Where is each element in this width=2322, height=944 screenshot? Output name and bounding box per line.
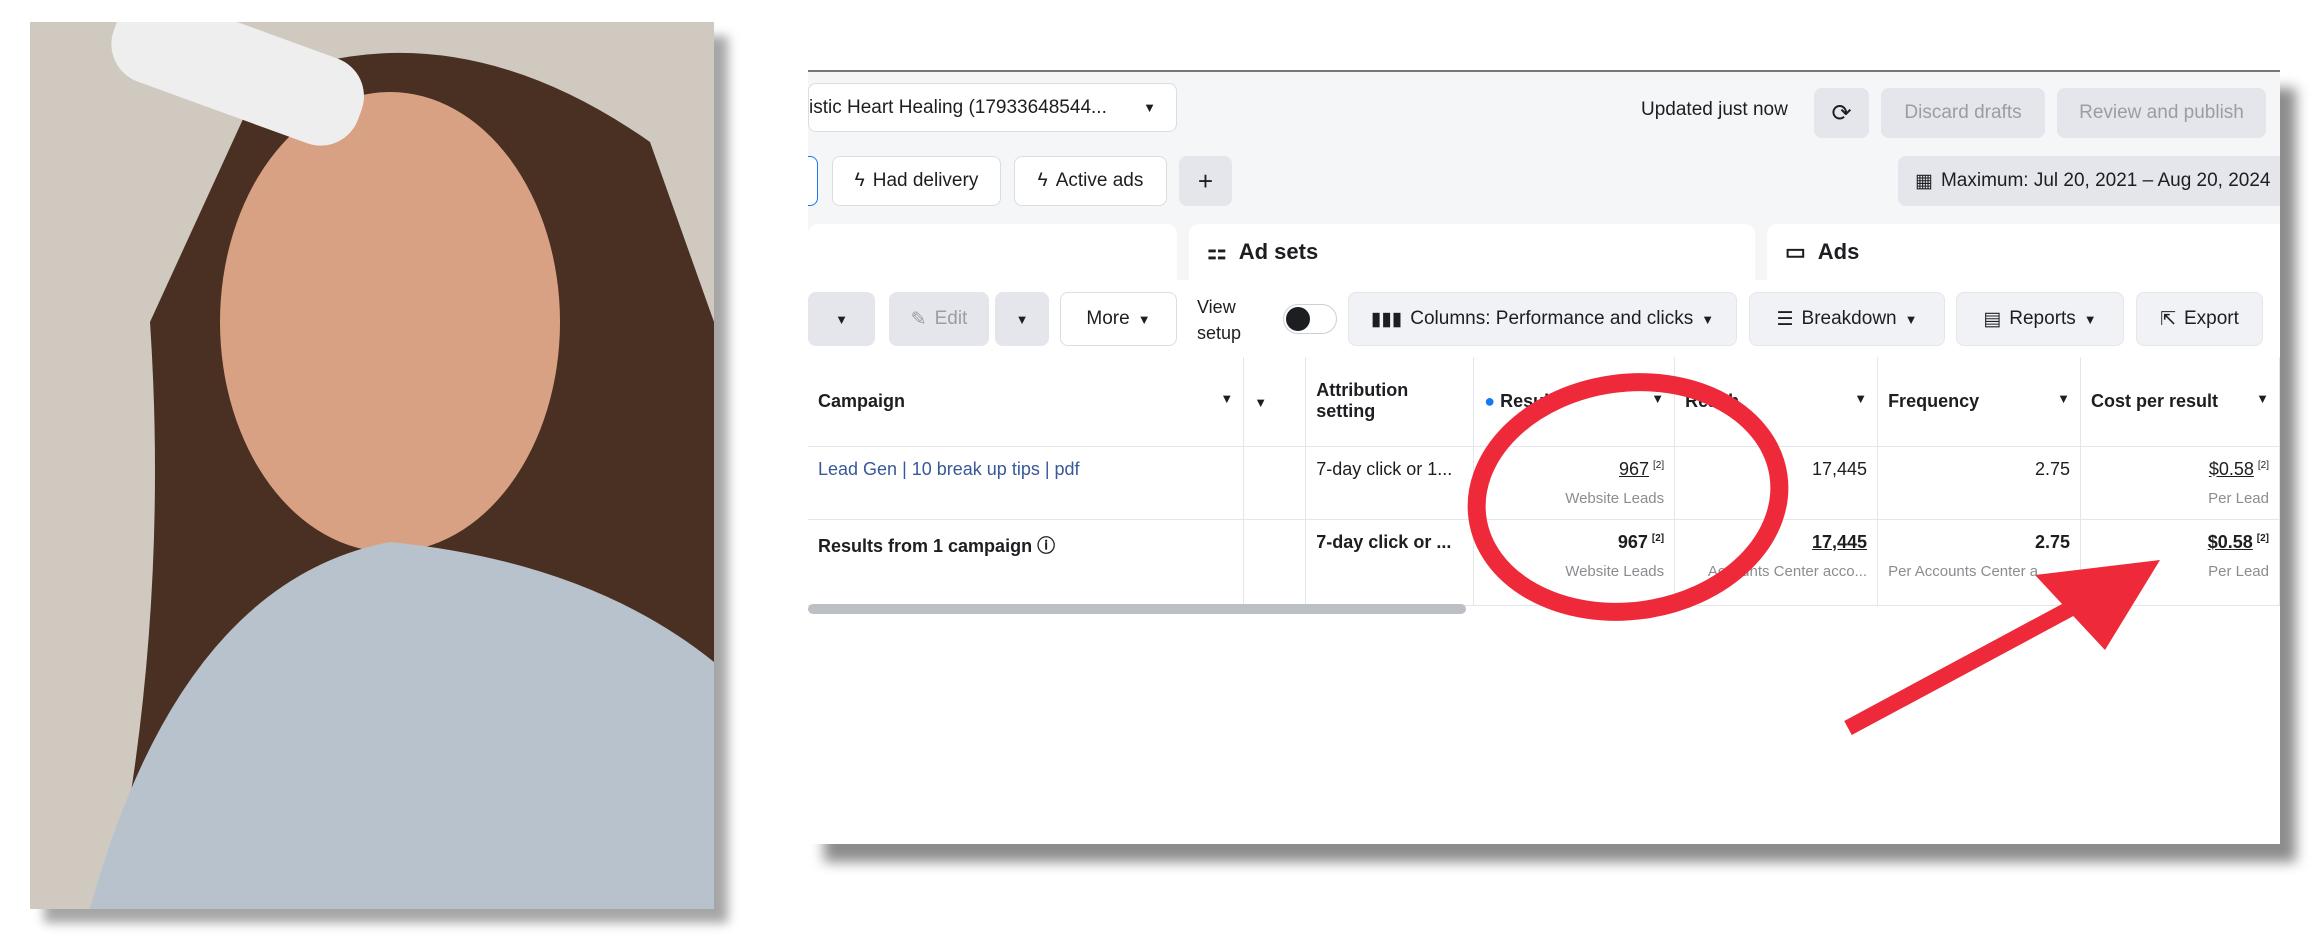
red-arrow-head: [2035, 560, 2160, 650]
annotation-layer: [1467, 373, 2160, 736]
red-arrow-shaft: [1844, 590, 2094, 736]
red-circle-annotation: [1467, 373, 1789, 621]
